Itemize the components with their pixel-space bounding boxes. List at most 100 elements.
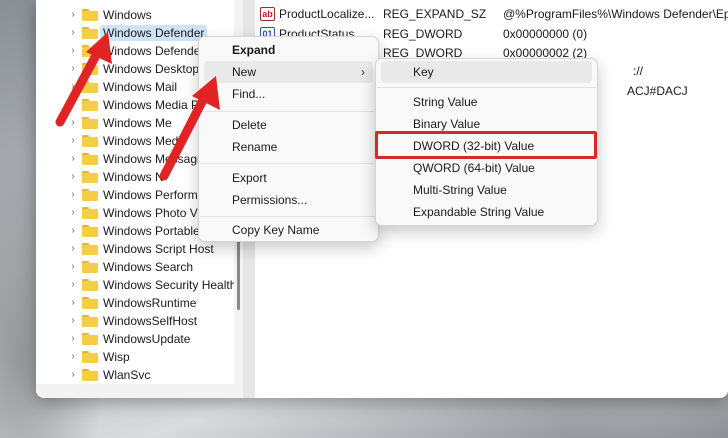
menu-item-expand[interactable]: Expand bbox=[204, 39, 373, 61]
folder-icon bbox=[82, 297, 98, 309]
tree-item-label: WindowsUpdate bbox=[103, 332, 191, 346]
folder-icon bbox=[82, 117, 98, 129]
tree-item-label: Windows Media P bbox=[103, 98, 200, 112]
chevron-right-icon[interactable]: › bbox=[68, 243, 78, 255]
tree-item[interactable]: › Windows Script Host bbox=[36, 240, 233, 258]
chevron-right-icon[interactable]: › bbox=[68, 261, 78, 273]
folder-icon bbox=[82, 81, 98, 93]
menu-item-rename[interactable]: Rename bbox=[204, 136, 373, 158]
tree-item[interactable]: › WindowsRuntime bbox=[36, 294, 233, 312]
value-type: REG_DWORD bbox=[383, 27, 463, 41]
menu-item-find[interactable]: Find... bbox=[204, 83, 373, 105]
tree-item-label: Windows Script Host bbox=[103, 242, 214, 256]
folder-icon bbox=[82, 171, 98, 183]
chevron-right-icon: › bbox=[361, 65, 365, 79]
chevron-right-icon[interactable]: › bbox=[68, 9, 78, 21]
chevron-right-icon[interactable]: › bbox=[68, 279, 78, 291]
folder-icon bbox=[82, 135, 98, 147]
submenu-item-expandable-string-value[interactable]: Expandable String Value bbox=[381, 201, 592, 223]
folder-icon bbox=[82, 261, 98, 273]
menu-item-permissions[interactable]: Permissions... bbox=[204, 189, 373, 211]
folder-icon bbox=[82, 243, 98, 255]
folder-icon bbox=[82, 333, 98, 345]
menu-item-copy-key-name[interactable]: Copy Key Name bbox=[204, 219, 373, 241]
chevron-right-icon[interactable]: › bbox=[68, 81, 78, 93]
menu-item-delete[interactable]: Delete bbox=[204, 114, 373, 136]
tree-horizontal-scrollbar[interactable] bbox=[36, 384, 243, 398]
tree-item-label: Windows Photo V bbox=[103, 206, 198, 220]
submenu-item-qword-value[interactable]: QWORD (64-bit) Value bbox=[381, 157, 592, 179]
tree-item[interactable]: › WindowsUpdate bbox=[36, 330, 233, 348]
folder-icon bbox=[82, 27, 98, 39]
chevron-right-icon[interactable]: › bbox=[68, 153, 78, 165]
tree-item-label: Windows bbox=[103, 8, 152, 22]
submenu-item-binary-value[interactable]: Binary Value bbox=[381, 113, 592, 135]
tree-item[interactable]: › Wisp bbox=[36, 348, 233, 366]
chevron-right-icon[interactable]: › bbox=[68, 333, 78, 345]
value-data-fragment: :// bbox=[633, 64, 644, 78]
tree-item-label: Windows Perform bbox=[103, 188, 198, 202]
context-menu: Expand New › Find... Delete Rename Expor… bbox=[198, 36, 379, 242]
chevron-right-icon[interactable]: › bbox=[68, 369, 78, 381]
value-data: @%ProgramFiles%\Windows Defender\Ep bbox=[503, 7, 728, 21]
tree-item[interactable]: › Windows Security Health bbox=[36, 276, 237, 294]
chevron-right-icon[interactable]: › bbox=[68, 297, 78, 309]
tree-item-label: WindowsRuntime bbox=[103, 296, 197, 310]
submenu-item-key[interactable]: Key bbox=[381, 61, 592, 83]
tree-item-label: Windows Portable bbox=[103, 224, 200, 238]
chevron-right-icon[interactable]: › bbox=[68, 99, 78, 111]
value-data-fragment: ACJ#DACJ bbox=[627, 84, 688, 98]
tree-item-label: Windows Defende bbox=[103, 44, 201, 58]
menu-separator bbox=[200, 163, 377, 164]
folder-icon bbox=[82, 279, 98, 291]
tree-item-label: Windows Security Health bbox=[103, 278, 237, 292]
submenu-item-string-value[interactable]: String Value bbox=[381, 91, 592, 113]
tree-item-label: Windows Desktop bbox=[103, 62, 200, 76]
chevron-right-icon[interactable]: › bbox=[68, 225, 78, 237]
value-name: ProductLocalize... bbox=[279, 7, 375, 21]
folder-icon bbox=[82, 207, 98, 219]
submenu-item-dword-value[interactable]: DWORD (32-bit) Value bbox=[381, 135, 592, 157]
tree-item-label: Windows Search bbox=[103, 260, 194, 274]
folder-icon bbox=[82, 351, 98, 363]
tree-item-label: Windows Mail bbox=[103, 80, 178, 94]
tree-item[interactable]: › Windows bbox=[36, 6, 233, 24]
chevron-right-icon[interactable]: › bbox=[68, 117, 78, 129]
chevron-right-icon[interactable]: › bbox=[68, 315, 78, 327]
tree-item-label: Windows Messagi bbox=[103, 152, 200, 166]
menu-separator bbox=[200, 111, 377, 112]
value-type: REG_EXPAND_SZ bbox=[383, 7, 487, 21]
folder-icon bbox=[82, 225, 98, 237]
folder-icon bbox=[82, 189, 98, 201]
tree-item-label: WlanSvc bbox=[103, 368, 151, 382]
chevron-right-icon[interactable]: › bbox=[68, 171, 78, 183]
value-data: 0x00000000 (0) bbox=[503, 27, 588, 41]
chevron-right-icon[interactable]: › bbox=[68, 207, 78, 219]
chevron-right-icon[interactable]: › bbox=[68, 63, 78, 75]
chevron-right-icon[interactable]: › bbox=[68, 135, 78, 147]
chevron-right-icon[interactable]: › bbox=[68, 351, 78, 363]
menu-item-new[interactable]: New › bbox=[204, 61, 373, 83]
folder-icon bbox=[82, 45, 98, 57]
folder-icon bbox=[82, 315, 98, 327]
tree-item[interactable]: › WlanSvc bbox=[36, 366, 233, 384]
submenu-item-multi-string-value[interactable]: Multi-String Value bbox=[381, 179, 592, 201]
tree-scroll-thumb[interactable] bbox=[237, 230, 240, 310]
folder-icon bbox=[82, 369, 98, 381]
new-submenu: Key String Value Binary Value DWORD (32-… bbox=[375, 58, 598, 226]
tree-item-label: Windows Defender bbox=[100, 25, 208, 41]
value-row[interactable]: ab ProductLocalize... REG_EXPAND_SZ @%Pr… bbox=[255, 4, 728, 24]
menu-separator bbox=[200, 216, 377, 217]
tree-item-label: Wisp bbox=[103, 350, 130, 364]
folder-icon bbox=[82, 63, 98, 75]
tree-item-label: Windows Me bbox=[103, 116, 172, 130]
menu-separator bbox=[377, 87, 596, 88]
folder-icon bbox=[82, 99, 98, 111]
string-value-icon: ab bbox=[260, 7, 275, 21]
menu-item-export[interactable]: Export bbox=[204, 167, 373, 189]
chevron-right-icon[interactable]: › bbox=[68, 45, 78, 57]
chevron-right-icon[interactable]: › bbox=[68, 189, 78, 201]
tree-item[interactable]: › Windows Search bbox=[36, 258, 233, 276]
chevron-right-icon[interactable]: › bbox=[68, 27, 78, 39]
tree-item[interactable]: › WindowsSelfHost bbox=[36, 312, 233, 330]
